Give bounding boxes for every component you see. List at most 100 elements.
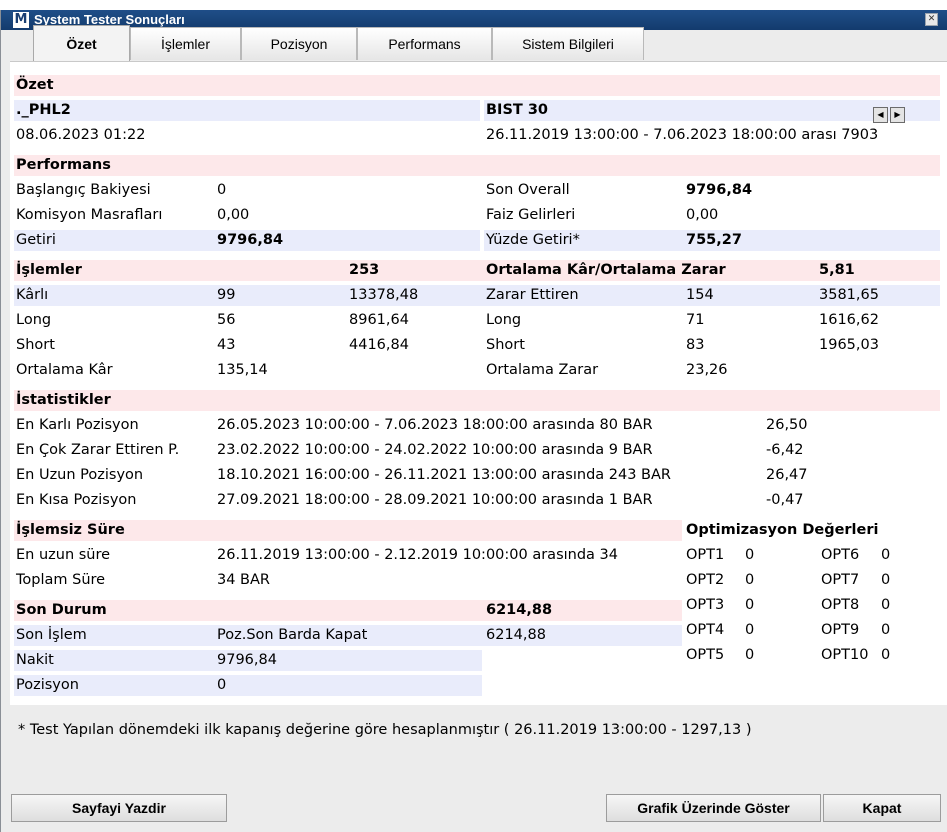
perf-label-2: Son Overall <box>486 182 570 198</box>
opt-value: 0 <box>881 547 891 563</box>
run-date: 08.06.2023 01:22 <box>16 127 146 143</box>
last-row: Nakit 9796,84 <box>14 650 482 671</box>
tab-islemler[interactable]: İşlemler <box>130 27 241 60</box>
opt-name: OPT4 <box>686 622 725 638</box>
last-row: Pozisyon 0 <box>14 675 482 696</box>
opt-item: OPT4 0 <box>686 620 806 641</box>
perf-value: 9796,84 <box>217 232 284 248</box>
opt-item: OPT8 0 <box>821 595 931 616</box>
opt-item: OPT1 0 <box>686 545 806 566</box>
idle-value: 34 BAR <box>217 572 271 588</box>
stat-range: 27.09.2021 18:00:00 - 28.09.2021 10:00:0… <box>217 492 653 508</box>
opt-value: 0 <box>745 597 755 613</box>
opt-name: OPT9 <box>821 622 860 638</box>
pager: ◀ ▶ <box>873 107 905 123</box>
opt-value: 0 <box>745 572 755 588</box>
opt-name: OPT5 <box>686 647 725 663</box>
trade-n-2: 154 <box>686 287 714 303</box>
last-total: 6214,88 <box>486 602 553 618</box>
stat-label: En Kısa Pozisyon <box>16 492 137 508</box>
last-label: Son İşlem <box>16 627 87 643</box>
trade-label: Kârlı <box>16 287 49 303</box>
stat-label: En Uzun Pozisyon <box>16 467 144 483</box>
trade-n: 99 <box>217 287 236 303</box>
opt-value: 0 <box>745 647 755 663</box>
stat-value: 26,50 <box>766 417 808 433</box>
stat-row: En Kısa Pozisyon 27.09.2021 18:00:00 - 2… <box>14 490 940 511</box>
trade-amount: 13378,48 <box>349 287 419 303</box>
opt-item: OPT7 0 <box>821 570 931 591</box>
trade-label: Ortalama Kâr <box>16 362 113 378</box>
trade-amount-2: 1965,03 <box>819 337 879 353</box>
last-row: Son İşlem Poz.Son Barda Kapat 6214,88 <box>14 625 682 646</box>
opt-item: OPT2 0 <box>686 570 806 591</box>
trade-n: 135,14 <box>217 362 268 378</box>
trade-label-2: Long <box>486 312 522 328</box>
symbol: BIST 30 <box>484 100 940 121</box>
opt-name: OPT6 <box>821 547 860 563</box>
print-button[interactable]: Sayfayi Yazdir <box>11 794 227 822</box>
stat-range: 18.10.2021 16:00:00 - 26.11.2021 13:00:0… <box>217 467 671 483</box>
tab-sistem-bilgileri[interactable]: Sistem Bilgileri <box>492 27 644 60</box>
tab-pozisyon[interactable]: Pozisyon <box>241 27 357 60</box>
tab-performans[interactable]: Performans <box>357 27 492 60</box>
trade-count: 253 <box>349 262 380 278</box>
opt-value: 0 <box>881 597 891 613</box>
last-extra: 6214,88 <box>486 627 546 643</box>
section-istatistikler: İstatistikler <box>14 390 940 411</box>
section-performans-title: Performans <box>16 157 111 173</box>
perf-value-2: 9796,84 <box>686 182 753 198</box>
trade-amount-2: 1616,62 <box>819 312 879 328</box>
opt-name: OPT1 <box>686 547 725 563</box>
trade-n: 43 <box>217 337 236 353</box>
opt-item: OPT9 0 <box>821 620 931 641</box>
idle-row: Toplam Süre 34 BAR <box>14 570 682 591</box>
opt-item: OPT10 0 <box>821 645 931 666</box>
perf-row: Getiri 9796,84 <box>14 230 480 251</box>
close-button[interactable]: Kapat <box>823 794 941 822</box>
next-arrow-icon[interactable]: ▶ <box>890 107 905 123</box>
close-icon[interactable]: ✕ <box>925 13 938 26</box>
top-strip <box>0 0 947 10</box>
trade-label: Short <box>16 337 55 353</box>
trade-n-2: 83 <box>686 337 705 353</box>
opt-item: OPT6 0 <box>821 545 931 566</box>
perf-label: Komisyon Masrafları <box>16 207 163 223</box>
system-name-text: ._PHL2 <box>16 102 71 118</box>
tab-ozet[interactable]: Özet <box>33 25 130 61</box>
opt-name: OPT3 <box>686 597 725 613</box>
stat-value: -6,42 <box>766 442 804 458</box>
stat-value: -0,47 <box>766 492 804 508</box>
trade-label-2: Short <box>486 337 525 353</box>
trade-label-2: Zarar Ettiren <box>486 287 579 303</box>
idle-label: En uzun süre <box>16 547 111 563</box>
opt-value: 0 <box>881 622 891 638</box>
system-name: ._PHL2 <box>14 100 480 121</box>
stat-label: En Çok Zarar Ettiren P. <box>16 442 180 458</box>
prev-arrow-icon[interactable]: ◀ <box>873 107 888 123</box>
trade-row: Kârlı 99 13378,48 Zarar Ettiren 154 3581… <box>14 285 940 306</box>
trade-n: 56 <box>217 312 236 328</box>
show-on-chart-button[interactable]: Grafik Üzerinde Göster <box>606 794 821 822</box>
section-performans: Performans <box>14 155 940 176</box>
perf-label: Başlangıç Bakiyesi <box>16 182 151 198</box>
opt-name: OPT7 <box>821 572 860 588</box>
section-islemsiz-sure: İşlemsiz Süre <box>14 520 682 541</box>
stat-row: En Uzun Pozisyon 18.10.2021 16:00:00 - 2… <box>14 465 940 486</box>
opt-item: OPT5 0 <box>686 645 806 666</box>
perf-value-2: 0,00 <box>686 207 719 223</box>
trade-n-2: 71 <box>686 312 705 328</box>
perf-value: 0,00 <box>217 207 250 223</box>
trade-label: Long <box>16 312 52 328</box>
trade-amount: 8961,64 <box>349 312 409 328</box>
perf-label-2: Faiz Gelirleri <box>486 207 576 223</box>
section-ozet-title: Özet <box>16 77 54 93</box>
last-label: Nakit <box>16 652 54 668</box>
section-islemsiz-sure-title: İşlemsiz Süre <box>16 522 125 538</box>
section-son-durum-title: Son Durum <box>16 602 107 618</box>
last-value: 9796,84 <box>217 652 277 668</box>
stat-range: 23.02.2022 10:00:00 - 24.02.2022 10:00:0… <box>217 442 653 458</box>
ratio-value: 5,81 <box>819 262 855 278</box>
trade-label-2: Ortalama Zarar <box>486 362 599 378</box>
stat-label: En Karlı Pozisyon <box>16 417 139 433</box>
